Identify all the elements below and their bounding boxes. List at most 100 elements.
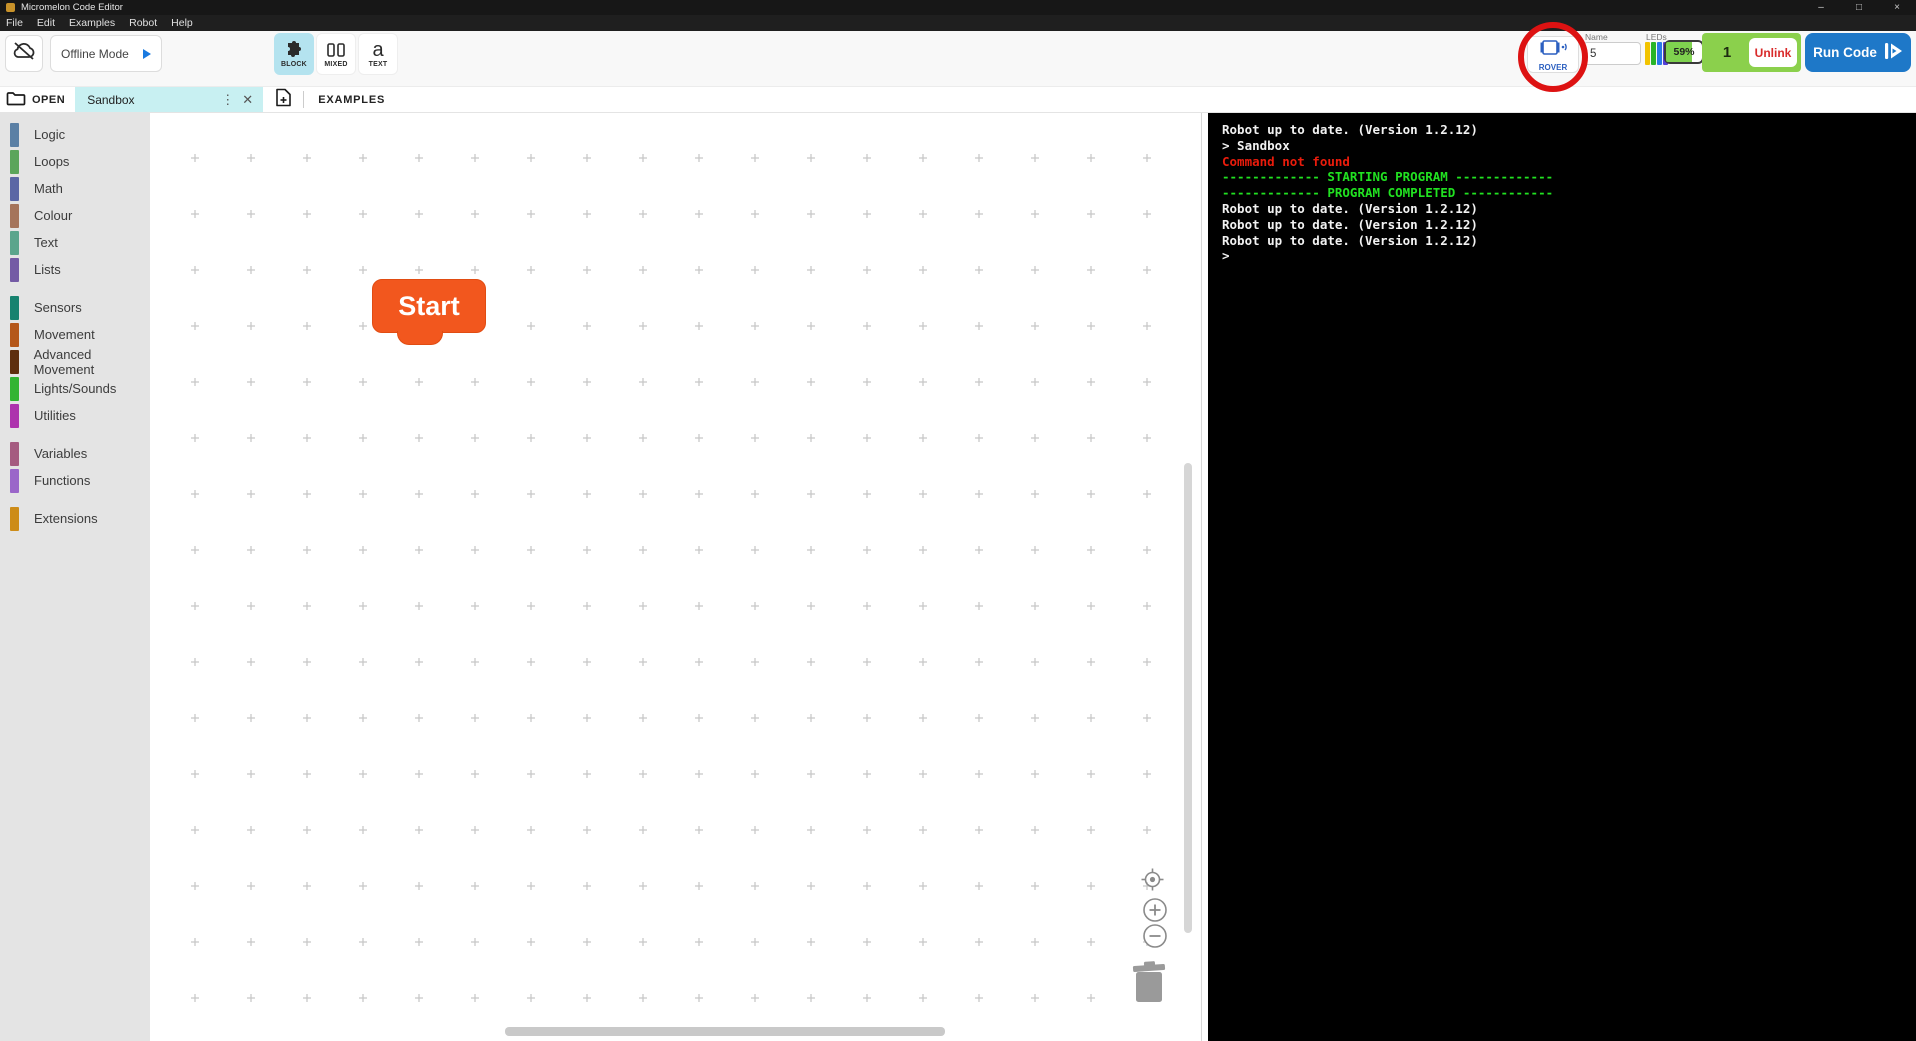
category-color-bar bbox=[10, 441, 19, 466]
console-line: ------------- PROGRAM COMPLETED --------… bbox=[1222, 185, 1554, 201]
offline-mode-dropdown[interactable]: Offline Mode bbox=[50, 35, 162, 72]
offline-mode-label: Offline Mode bbox=[61, 46, 129, 61]
sidebar-item-math[interactable]: Math bbox=[0, 175, 150, 202]
console-line: Robot up to date. (Version 1.2.12) bbox=[1222, 232, 1478, 248]
zoom-in-button[interactable] bbox=[1142, 897, 1168, 923]
tab-bar: OPEN Sandbox ⋮ ✕ EXAMPLES bbox=[0, 87, 1916, 113]
category-color-bar bbox=[10, 122, 19, 147]
sidebar-item-extensions[interactable]: Extensions bbox=[0, 505, 150, 532]
tab-menu-kebab-icon[interactable]: ⋮ bbox=[217, 92, 238, 108]
category-color-bar bbox=[10, 176, 19, 201]
category-label: Logic bbox=[34, 127, 66, 142]
sidebar-item-movement[interactable]: Movement bbox=[0, 321, 150, 348]
menu-item-robot[interactable]: Robot bbox=[129, 17, 157, 29]
unlink-button[interactable]: Unlink bbox=[1749, 38, 1797, 67]
menu-bar: File Edit Examples Robot Help bbox=[0, 15, 1916, 31]
leds-label: LEDs bbox=[1646, 32, 1667, 42]
minimize-button[interactable]: – bbox=[1802, 0, 1840, 15]
tab-sandbox[interactable]: Sandbox ⋮ ✕ bbox=[75, 87, 264, 112]
console-line: Command not found bbox=[1222, 153, 1350, 169]
zoom-in-icon bbox=[1143, 898, 1167, 922]
menu-item-edit[interactable]: Edit bbox=[37, 17, 55, 29]
target-icon bbox=[1141, 868, 1164, 891]
view-mode-text-label: TEXT bbox=[368, 61, 388, 68]
view-mode-mixed-button[interactable]: MIXED bbox=[316, 33, 356, 75]
toolbar: Offline Mode BLOCK MIXED a TEXT ROVER Na… bbox=[0, 31, 1916, 87]
view-mode-block-button[interactable]: BLOCK bbox=[274, 33, 314, 75]
tab-close-icon[interactable]: ✕ bbox=[238, 92, 257, 108]
category-color-bar bbox=[10, 257, 19, 282]
console-line: Robot up to date. (Version 1.2.12) bbox=[1222, 200, 1478, 216]
sidebar-item-utilities[interactable]: Utilities bbox=[0, 402, 150, 429]
console-panel[interactable]: Robot up to date. (Version 1.2.12) > Sand… bbox=[1208, 113, 1916, 1041]
category-color-bar bbox=[10, 376, 19, 401]
window-title: Micromelon Code Editor bbox=[21, 2, 123, 13]
battery-percent: 59% bbox=[1673, 46, 1695, 58]
connection-mode-button[interactable] bbox=[5, 35, 43, 72]
sidebar-item-lists[interactable]: Lists bbox=[0, 256, 150, 283]
start-block-label: Start bbox=[398, 290, 460, 321]
title-bar: Micromelon Code Editor – □ × bbox=[0, 0, 1916, 15]
maximize-button[interactable]: □ bbox=[1840, 0, 1878, 15]
canvas-horizontal-scrollbar[interactable] bbox=[505, 1027, 945, 1036]
category-label: Colour bbox=[34, 208, 73, 223]
letter-a-icon: a bbox=[372, 39, 384, 61]
micromelon-code-editor-window: Micromelon Code Editor – □ × File Edit Exa… bbox=[0, 0, 1916, 1041]
view-mode-block-label: BLOCK bbox=[281, 61, 307, 68]
battery-icon: 59% bbox=[1664, 40, 1708, 64]
run-code-label: Run Code bbox=[1813, 45, 1877, 60]
start-block[interactable]: Start bbox=[372, 279, 486, 345]
trash-icon bbox=[1132, 961, 1166, 1002]
zoom-out-icon bbox=[1143, 924, 1167, 948]
console-line: Robot up to date. (Version 1.2.12) bbox=[1222, 122, 1478, 137]
category-label: Sensors bbox=[34, 300, 82, 315]
sidebar-item-lights-sounds[interactable]: Lights/Sounds bbox=[0, 375, 150, 402]
close-button[interactable]: × bbox=[1878, 0, 1916, 15]
run-icon bbox=[1884, 42, 1903, 63]
category-label: Utilities bbox=[34, 408, 76, 423]
examples-button[interactable]: EXAMPLES bbox=[304, 87, 399, 112]
canvas-vertical-scrollbar[interactable] bbox=[1184, 463, 1192, 933]
start-block-connector bbox=[397, 331, 443, 345]
category-color-bar bbox=[10, 149, 19, 174]
block-canvas[interactable]: Start bbox=[150, 113, 1202, 1041]
center-view-button[interactable] bbox=[1140, 867, 1165, 892]
category-color-bar bbox=[10, 468, 19, 493]
menu-item-examples[interactable]: Examples bbox=[69, 17, 115, 29]
split-view-icon bbox=[326, 40, 346, 60]
cloud-offline-icon bbox=[11, 41, 37, 66]
folder-icon bbox=[6, 91, 26, 109]
led-bar bbox=[1651, 42, 1656, 65]
console-line: > bbox=[1222, 248, 1230, 264]
run-code-button[interactable]: Run Code bbox=[1805, 33, 1911, 72]
trash-button[interactable] bbox=[1130, 960, 1170, 1008]
sidebar-item-text[interactable]: Text bbox=[0, 229, 150, 256]
rover-name-input[interactable] bbox=[1583, 42, 1641, 65]
category-color-bar bbox=[10, 230, 19, 255]
category-label: Lists bbox=[34, 262, 61, 277]
zoom-out-button[interactable] bbox=[1142, 923, 1168, 949]
view-mode-text-button[interactable]: a TEXT bbox=[358, 33, 398, 75]
rover-button-label: ROVER bbox=[1538, 63, 1568, 72]
console-line: Robot up to date. (Version 1.2.12) bbox=[1222, 216, 1478, 232]
sidebar-item-variables[interactable]: Variables bbox=[0, 440, 150, 467]
sidebar-item-logic[interactable]: Logic bbox=[0, 121, 150, 148]
open-file-button[interactable]: OPEN bbox=[0, 87, 75, 112]
sidebar-item-functions[interactable]: Functions bbox=[0, 467, 150, 494]
rover-connect-button[interactable]: ROVER bbox=[1527, 36, 1579, 73]
category-color-bar bbox=[10, 506, 19, 531]
console-line: ------------- STARTING PROGRAM ---------… bbox=[1222, 169, 1554, 185]
menu-item-file[interactable]: File bbox=[6, 17, 23, 29]
console-line: > Sandbox bbox=[1222, 137, 1290, 153]
view-mode-mixed-label: MIXED bbox=[324, 61, 348, 68]
rover-icon bbox=[1538, 39, 1568, 62]
new-file-button[interactable] bbox=[263, 87, 303, 112]
sidebar-item-colour[interactable]: Colour bbox=[0, 202, 150, 229]
sidebar-item-sensors[interactable]: Sensors bbox=[0, 294, 150, 321]
category-color-bar bbox=[10, 403, 19, 428]
sidebar-item-loops[interactable]: Loops bbox=[0, 148, 150, 175]
category-label: Extensions bbox=[34, 511, 98, 526]
sidebar-item-advanced-movement[interactable]: Advanced Movement bbox=[0, 347, 150, 377]
menu-item-help[interactable]: Help bbox=[171, 17, 193, 29]
category-color-bar bbox=[10, 322, 19, 347]
